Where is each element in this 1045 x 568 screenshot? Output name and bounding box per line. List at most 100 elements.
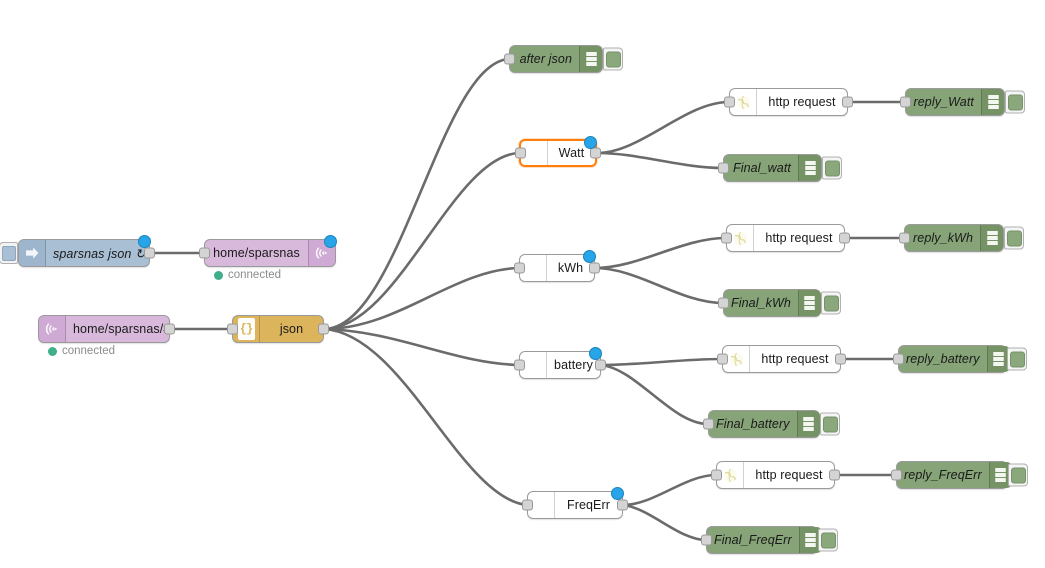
node-mqtt-in-home-sparsnas-hash[interactable]: home/sparsnas/#	[38, 315, 175, 343]
input-port[interactable]	[227, 323, 238, 335]
flow-canvas[interactable]: sparsnas json ↻ home/sparsnas connected hom…	[0, 0, 1045, 568]
debug-toggle-button[interactable]	[1005, 90, 1025, 114]
wire-function-watt-to-debug-final-watt[interactable]	[595, 151, 725, 170]
output-port[interactable]	[842, 96, 853, 108]
wire-json-node-to-function-battery[interactable]	[322, 327, 521, 367]
node-http-request-kwh[interactable]: http request	[721, 224, 850, 252]
input-port[interactable]	[718, 297, 729, 309]
node-json-node[interactable]: {} json	[227, 315, 329, 343]
wire-function-watt-to-http-request-watt[interactable]	[595, 100, 731, 155]
node-http-request-watt[interactable]: http request	[724, 88, 853, 116]
status-text: connected	[228, 269, 282, 281]
debug-toggle-button[interactable]	[1008, 463, 1028, 487]
input-port[interactable]	[899, 232, 910, 244]
node-label-mqtt-out-home-sparsnas: home/sparsnas	[213, 246, 300, 260]
node-mqtt-out-home-sparsnas[interactable]: home/sparsnas	[199, 235, 337, 267]
output-port[interactable]	[590, 147, 601, 159]
output-port[interactable]	[617, 499, 628, 511]
input-port[interactable]	[199, 247, 210, 259]
node-debug-reply-freqerr[interactable]: reply_FreqErr	[891, 461, 1028, 489]
output-port[interactable]	[595, 359, 606, 371]
node-debug-reply-battery[interactable]: reply_battery	[893, 345, 1027, 373]
input-port[interactable]	[522, 499, 533, 511]
output-port[interactable]	[839, 232, 850, 244]
wire-json-node-to-function-watt[interactable]	[322, 151, 521, 331]
unsaved-changes-dot	[584, 136, 597, 149]
node-status-mqtt-in-home-sparsnas-hash: connected	[48, 345, 115, 357]
wire-layer	[148, 57, 907, 542]
input-port[interactable]	[900, 96, 911, 108]
debug-toggle-button[interactable]	[821, 291, 841, 315]
node-inject-sparsnas-json[interactable]: sparsnas json ↻	[0, 235, 155, 267]
node-function-watt[interactable]: Watt	[515, 136, 601, 167]
wire-function-kwh-to-debug-final-kwh[interactable]	[593, 266, 725, 305]
input-port[interactable]	[514, 359, 525, 371]
output-port[interactable]	[835, 353, 846, 365]
wire-function-freqerr-to-debug-final-freqerr[interactable]	[621, 503, 708, 542]
input-port[interactable]	[718, 162, 729, 174]
mqtt-signal-icon	[39, 316, 66, 342]
node-label-http-request-freqerr: http request	[755, 468, 823, 482]
input-port[interactable]	[711, 469, 722, 481]
status-text: connected	[62, 345, 116, 357]
arrow-right-icon	[19, 240, 46, 266]
unsaved-changes-dot	[583, 250, 596, 263]
output-port[interactable]	[589, 262, 600, 274]
node-label-mqtt-in-home-sparsnas-hash: home/sparsnas/#	[73, 322, 171, 336]
node-http-request-battery[interactable]: http request	[717, 345, 846, 373]
inject-trigger-button[interactable]	[0, 242, 18, 264]
node-http-request-freqerr[interactable]: http request	[711, 461, 840, 489]
node-debug-final-watt[interactable]: Final_watt	[718, 154, 842, 182]
node-debug-reply-kwh[interactable]: reply_kWh	[899, 224, 1024, 252]
debug-lines-icon	[797, 290, 821, 316]
node-function-freqerr[interactable]: FreqErr	[522, 487, 628, 519]
node-label-debug-reply-kwh: reply_kWh	[913, 231, 973, 245]
debug-toggle-button[interactable]	[820, 412, 840, 436]
node-label-http-request-battery: http request	[761, 352, 829, 366]
node-label-json-node: json	[279, 322, 304, 336]
input-port[interactable]	[721, 232, 732, 244]
output-port[interactable]	[318, 323, 329, 335]
node-debug-reply-watt[interactable]: reply_Watt	[900, 88, 1025, 116]
node-debug-after-json[interactable]: after json	[504, 45, 623, 73]
debug-toggle-button[interactable]	[818, 528, 838, 552]
output-port[interactable]	[829, 469, 840, 481]
wire-json-node-to-function-kwh[interactable]	[322, 266, 521, 331]
debug-toggle-button[interactable]	[822, 156, 842, 180]
node-label-debug-reply-battery: reply_battery	[906, 352, 980, 366]
node-debug-final-battery[interactable]: Final_battery	[703, 410, 840, 438]
node-function-battery[interactable]: battery	[514, 347, 606, 379]
wire-function-freqerr-to-http-request-freqerr[interactable]	[621, 473, 718, 507]
node-label-debug-final-watt: Final_watt	[733, 161, 791, 175]
input-port[interactable]	[701, 534, 712, 546]
wire-function-kwh-to-http-request-kwh[interactable]	[593, 236, 728, 270]
input-port[interactable]	[515, 147, 526, 159]
status-dot-icon	[214, 270, 223, 280]
input-port[interactable]	[504, 53, 515, 65]
node-label-inject-sparsnas-json: sparsnas json ↻	[53, 246, 146, 261]
debug-lines-icon	[798, 155, 821, 181]
input-port[interactable]	[724, 96, 735, 108]
wire-json-node-to-function-freqerr[interactable]	[322, 327, 529, 507]
input-port[interactable]	[703, 418, 714, 430]
output-port[interactable]	[164, 323, 175, 335]
input-port[interactable]	[891, 469, 902, 481]
node-debug-final-kwh[interactable]: Final_kWh	[718, 289, 841, 317]
wire-function-battery-to-http-request-battery[interactable]	[599, 357, 724, 367]
node-debug-final-freqerr[interactable]: Final_FreqErr	[701, 526, 838, 554]
wire-json-node-to-debug-after-json[interactable]	[322, 57, 511, 331]
debug-toggle-button[interactable]	[1007, 347, 1027, 371]
input-port[interactable]	[893, 353, 904, 365]
input-port[interactable]	[514, 262, 525, 274]
debug-toggle-button[interactable]	[1004, 226, 1024, 250]
debug-toggle-button[interactable]	[603, 47, 623, 71]
unsaved-changes-dot	[324, 235, 337, 248]
wire-function-battery-to-debug-final-battery[interactable]	[599, 363, 710, 426]
unsaved-changes-dot	[138, 235, 151, 248]
input-port[interactable]	[717, 353, 728, 365]
output-port[interactable]	[144, 247, 155, 259]
debug-lines-icon	[980, 225, 1003, 251]
debug-lines-icon	[981, 89, 1004, 115]
node-function-kwh[interactable]: kWh	[514, 250, 600, 282]
node-label-debug-final-freqerr: Final_FreqErr	[714, 533, 792, 547]
